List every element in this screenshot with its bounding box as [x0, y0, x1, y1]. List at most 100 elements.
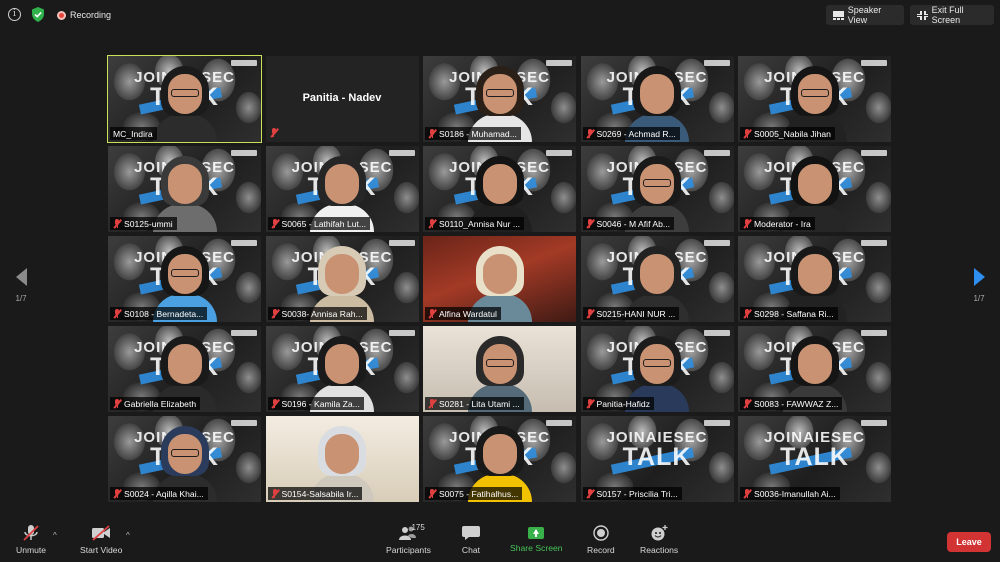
participant-tile[interactable]: JOINAIESECTALKS0215-HANI NUR ...: [580, 236, 734, 322]
participant-tile[interactable]: JOINAIESECTALKS0108 - Bernadeta...: [108, 236, 261, 322]
participant-tile[interactable]: JOINAIESECTALKS0075 - Fatihalhus...: [423, 416, 576, 502]
participant-tile[interactable]: JOINAIESECTALKS0110_Annisa Nur ...: [423, 146, 576, 232]
speaker-view-button[interactable]: Speaker View: [826, 5, 904, 25]
participant-name-label: S0154-Salsabila Ir...: [267, 487, 363, 500]
record-button[interactable]: Record: [587, 525, 615, 555]
participant-name-label: S0083 - FAWWAZ Z...: [740, 397, 843, 410]
participant-tile[interactable]: JOINAIESECTALKS0024 - Aqilla Khai...: [108, 416, 261, 502]
participants-icon: 175: [398, 523, 425, 541]
participant-name-label: S0005_Nabila Jihan: [740, 127, 835, 140]
start-video-button[interactable]: Start Video: [80, 525, 122, 555]
participant-tile[interactable]: JOINAIESECTALKS0196 - Kamila Za...: [265, 326, 419, 412]
previous-page-button[interactable]: 1/7: [8, 268, 34, 303]
info-icon[interactable]: i: [8, 8, 21, 21]
participant-tile[interactable]: JOINAIESECTALKS0005_Nabila Jihan: [738, 56, 891, 142]
participant-tile[interactable]: JOINAIESECTALKS0065 - Lathifah Lut...: [265, 146, 419, 232]
page-indicator-right: 1/7: [973, 294, 985, 303]
participant-tile[interactable]: JOINAIESECTALKS0298 - Saffana Ri...: [738, 236, 891, 322]
participant-name-label: S0196 - Kamila Za...: [267, 397, 364, 410]
participants-button[interactable]: 175 Participants: [386, 523, 431, 555]
participant-tile[interactable]: JOINAIESECTALKMC_Indira: [107, 55, 262, 143]
mic-muted-icon: [585, 218, 595, 229]
recording-indicator[interactable]: Recording: [53, 7, 117, 23]
background-logo-line2: TALK: [780, 443, 849, 471]
participant-tile[interactable]: JOINAIESECTALKS0125-ummi: [108, 146, 261, 232]
chevron-right-icon: [973, 268, 985, 286]
participants-label: Participants: [386, 545, 431, 555]
mic-muted-icon: [428, 308, 437, 319]
chevron-left-icon: [15, 268, 27, 286]
shield-icon[interactable]: [31, 7, 45, 22]
participant-name-label: S0065 - Lathifah Lut...: [267, 217, 371, 230]
meeting-toolbar: Unmute ^ Start Video ^ 175 Participants …: [0, 521, 1000, 562]
mic-muted-icon: [428, 128, 437, 139]
participant-name-label: S0108 - Bernadeta...: [110, 307, 208, 320]
mic-muted-icon: [743, 488, 752, 499]
participant-name: S0269 - Achmad R...: [596, 128, 676, 139]
participant-tile[interactable]: Panitia - Nadev: [265, 56, 419, 142]
video-options-chevron-icon[interactable]: ^: [126, 531, 130, 540]
participant-name-label: S0125-ummi: [110, 217, 177, 230]
participant-name-label: Moderator - Ira: [740, 217, 815, 230]
participant-name: S0157 - Priscilia Tri...: [596, 488, 678, 499]
participant-name: S0065 - Lathifah Lut...: [281, 218, 367, 229]
participant-name-label: S0186 - Muhamad...: [425, 127, 521, 140]
participant-name-label: S0157 - Priscilia Tri...: [582, 487, 682, 500]
recording-dot-icon: [57, 10, 66, 20]
participants-count: 175: [411, 523, 425, 532]
chat-icon: [462, 526, 480, 540]
participant-tile[interactable]: Alfina Wardatul: [423, 236, 576, 322]
participant-name: Alfina Wardatul: [439, 308, 497, 319]
participant-name: S0108 - Bernadeta...: [124, 308, 204, 319]
speaker-view-icon: [833, 10, 844, 20]
mic-muted-icon: [270, 488, 280, 499]
participant-tile[interactable]: JOINAIESECTALKS0038- Annisa Rah...: [265, 236, 419, 322]
recording-label: Recording: [70, 10, 112, 20]
participant-tile[interactable]: S0154-Salsabila Ir...: [265, 416, 419, 502]
participant-name: MC_Indira: [113, 128, 153, 139]
participant-name: Gabriella Elizabeth: [124, 398, 197, 409]
participant-tile[interactable]: JOINAIESECTALKS0046 - M Afif Ab...: [580, 146, 734, 232]
mic-muted-icon: [585, 398, 595, 409]
participant-name-label: S0215-HANI NUR ...: [582, 307, 680, 320]
participant-name: S0186 - Muhamad...: [439, 128, 517, 139]
participant-name-label: MC_Indira: [110, 127, 157, 140]
mic-muted-icon: [23, 525, 39, 541]
mic-muted-icon: [269, 128, 279, 138]
mic-muted-icon: [585, 308, 595, 319]
unmute-button[interactable]: Unmute: [16, 525, 46, 555]
leave-button[interactable]: Leave: [947, 532, 991, 552]
participant-name-label: S0075 - Fatihalhus...: [425, 487, 523, 500]
participant-tile[interactable]: S0281 - Lita Utami ...: [423, 326, 576, 412]
participant-name-label: S0036-Imanullah Ai...: [740, 487, 840, 500]
audio-options-chevron-icon[interactable]: ^: [53, 531, 57, 540]
next-page-button[interactable]: 1/7: [966, 268, 992, 303]
exit-full-screen-button[interactable]: Exit Full Screen: [910, 5, 994, 25]
participant-tile[interactable]: JOINAIESECTALKPanitia-Hafidz: [580, 326, 734, 412]
participant-tile[interactable]: JOINAIESECTALKS0083 - FAWWAZ Z...: [738, 326, 891, 412]
participant-tile[interactable]: JOINAIESEC TALK S0157 - Priscilia Tri...: [580, 416, 734, 502]
gallery-grid: JOINAIESECTALKMC_Indira Panitia - Nadev JO…: [107, 55, 891, 505]
participant-name-label: Alfina Wardatul: [425, 307, 501, 320]
participant-tile[interactable]: JOINAIESEC TALK S0036-Imanullah Ai...: [738, 416, 891, 502]
mic-muted-icon: [270, 218, 280, 229]
mic-muted-icon: [270, 398, 280, 409]
participant-name: S0038- Annisa Rah...: [281, 308, 363, 319]
mic-muted-icon: [113, 488, 122, 499]
participant-tile[interactable]: JOINAIESECTALKModerator - Ira: [738, 146, 891, 232]
start-video-label: Start Video: [80, 545, 123, 555]
exit-fullscreen-icon: [917, 10, 928, 20]
participant-name: S0075 - Fatihalhus...: [439, 488, 519, 499]
record-icon: [593, 525, 609, 541]
chat-button[interactable]: Chat: [461, 525, 481, 555]
participant-tile[interactable]: JOINAIESECTALKS0269 - Achmad R...: [580, 56, 734, 142]
share-screen-button[interactable]: Share Screen: [510, 525, 563, 553]
mic-muted-icon: [585, 128, 595, 139]
mic-muted-icon: [743, 398, 752, 409]
participant-tile[interactable]: JOINAIESECTALKGabriella Elizabeth: [108, 326, 261, 412]
chat-label: Chat: [461, 545, 481, 555]
participant-name-label: S0269 - Achmad R...: [582, 127, 680, 140]
reactions-button[interactable]: Reactions: [640, 525, 678, 555]
mic-muted-icon: [113, 398, 122, 409]
participant-tile[interactable]: JOINAIESECTALKS0186 - Muhamad...: [423, 56, 576, 142]
